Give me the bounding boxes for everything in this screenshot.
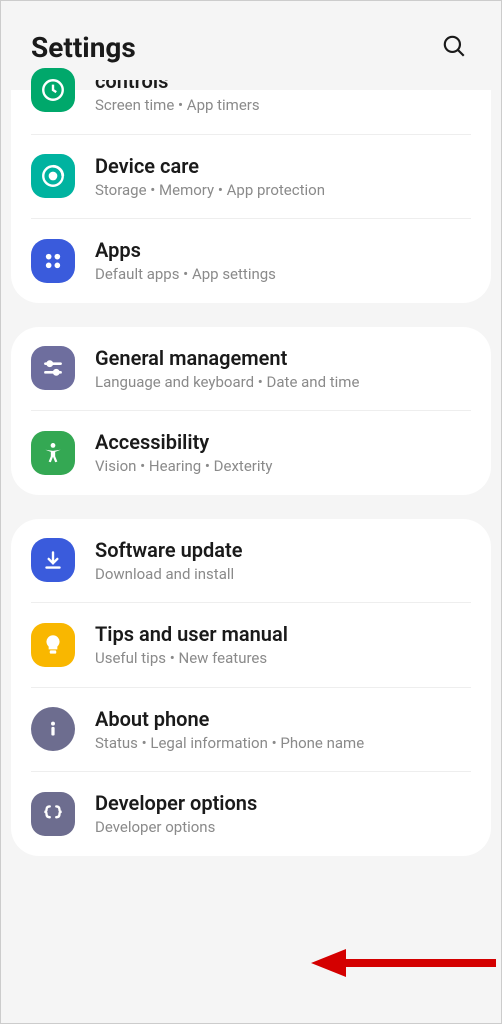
row-texts: Device care Storage • Memory • App prote… bbox=[95, 153, 471, 201]
arrow-annotation-icon bbox=[301, 943, 501, 983]
digital-wellbeing-icon bbox=[31, 68, 75, 112]
row-title: About phone bbox=[95, 706, 471, 732]
row-title: Software update bbox=[95, 537, 471, 563]
settings-row-apps[interactable]: Apps Default apps • App settings bbox=[31, 218, 471, 303]
row-subtitle: Language and keyboard • Date and time bbox=[95, 373, 471, 393]
row-title: General management bbox=[95, 345, 471, 371]
row-texts: About phone Status • Legal information •… bbox=[95, 706, 471, 754]
row-texts: Software update Download and install bbox=[95, 537, 471, 585]
row-title: Apps bbox=[95, 237, 471, 263]
row-title: Developer options bbox=[95, 790, 471, 816]
row-texts: Tips and user manual Useful tips • New f… bbox=[95, 621, 471, 669]
tips-icon bbox=[31, 623, 75, 667]
row-texts: Developer options Developer options bbox=[95, 790, 471, 838]
settings-row-general-management[interactable]: General management Language and keyboard… bbox=[31, 327, 471, 411]
row-subtitle: Default apps • App settings bbox=[95, 265, 471, 285]
settings-row-developer-options[interactable]: Developer options Developer options bbox=[31, 771, 471, 856]
row-texts: Apps Default apps • App settings bbox=[95, 237, 471, 285]
settings-group-3: Software update Download and install Tip… bbox=[11, 519, 491, 856]
search-button[interactable] bbox=[437, 29, 471, 66]
row-title: Device care bbox=[95, 153, 471, 179]
row-texts: Accessibility Vision • Hearing • Dexteri… bbox=[95, 429, 471, 477]
row-subtitle: Useful tips • New features bbox=[95, 649, 471, 669]
settings-header: Settings bbox=[1, 1, 501, 90]
search-icon bbox=[441, 47, 467, 62]
row-subtitle: Developer options bbox=[95, 818, 471, 838]
settings-row-device-care[interactable]: Device care Storage • Memory • App prote… bbox=[31, 134, 471, 219]
row-subtitle: Vision • Hearing • Dexterity bbox=[95, 457, 471, 477]
general-management-icon bbox=[31, 346, 75, 390]
about-phone-icon bbox=[31, 707, 75, 751]
row-texts: controls Screen time • App timers bbox=[95, 90, 471, 116]
row-subtitle: Storage • Memory • App protection bbox=[95, 181, 471, 201]
settings-row-tips[interactable]: Tips and user manual Useful tips • New f… bbox=[31, 602, 471, 687]
developer-options-icon bbox=[31, 792, 75, 836]
row-title: Tips and user manual bbox=[95, 621, 471, 647]
row-subtitle: Status • Legal information • Phone name bbox=[95, 734, 471, 754]
device-care-icon bbox=[31, 154, 75, 198]
row-texts: General management Language and keyboard… bbox=[95, 345, 471, 393]
settings-row-about-phone[interactable]: About phone Status • Legal information •… bbox=[31, 687, 471, 772]
row-title: Accessibility bbox=[95, 429, 471, 455]
accessibility-icon bbox=[31, 431, 75, 475]
row-subtitle: Download and install bbox=[95, 565, 471, 585]
apps-icon bbox=[31, 239, 75, 283]
row-title: controls bbox=[95, 80, 471, 94]
page-title: Settings bbox=[31, 31, 136, 64]
bottom-fade bbox=[1, 1013, 501, 1023]
settings-row-accessibility[interactable]: Accessibility Vision • Hearing • Dexteri… bbox=[31, 410, 471, 495]
row-subtitle: Screen time • App timers bbox=[95, 96, 471, 116]
settings-group-1: controls Screen time • App timers Device… bbox=[11, 90, 491, 303]
software-update-icon bbox=[31, 538, 75, 582]
settings-row-digital-wellbeing[interactable]: controls Screen time • App timers bbox=[31, 90, 471, 134]
settings-group-2: General management Language and keyboard… bbox=[11, 327, 491, 495]
settings-row-software-update[interactable]: Software update Download and install bbox=[31, 519, 471, 603]
